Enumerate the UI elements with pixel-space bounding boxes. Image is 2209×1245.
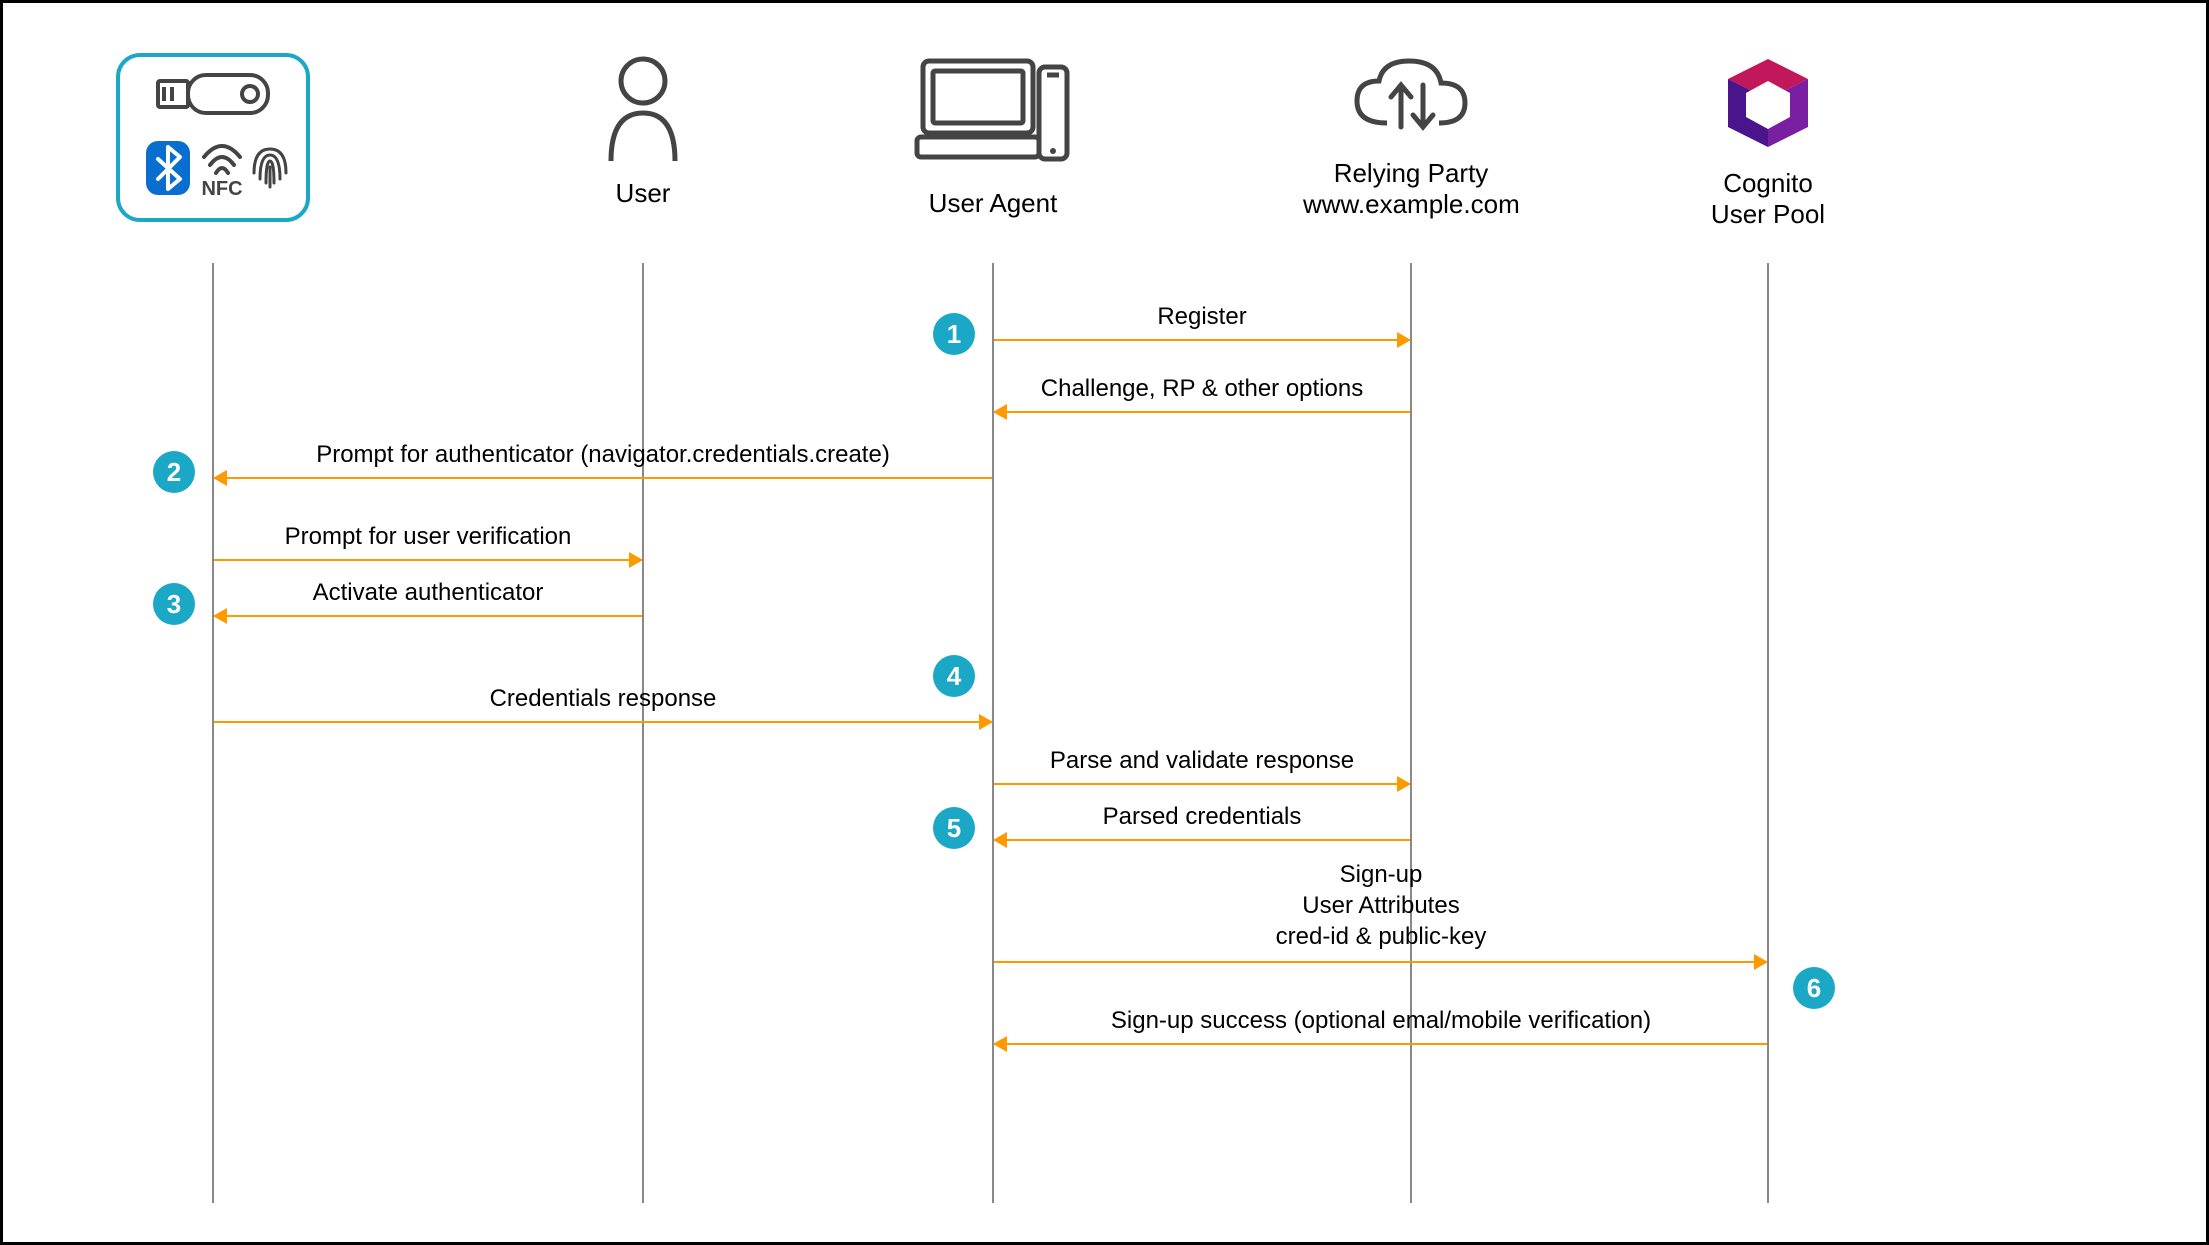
- msg-signup-success: Sign-up success (optional emal/mobile ve…: [993, 1007, 1769, 1035]
- lifeline-rp: [1410, 263, 1412, 1203]
- actor-useragent-label: User Agent: [883, 188, 1103, 219]
- arrow-parse-validate: [994, 783, 1410, 785]
- msg-activate: Activate authenticator: [213, 579, 643, 607]
- arrow-prompt-verify: [214, 559, 642, 561]
- actor-rp-label-1: Relying Party: [1303, 158, 1519, 189]
- actor-rp-label-2: www.example.com: [1303, 189, 1519, 220]
- actor-authenticator: NFC: [113, 53, 313, 222]
- devices-icon: [913, 53, 1073, 173]
- msg-parse-validate: Parse and validate response: [993, 747, 1411, 775]
- cognito-service-icon: [1718, 53, 1818, 153]
- arrow-challenge: [994, 411, 1410, 413]
- arrow-parsed-cred: [994, 839, 1410, 841]
- lifeline-authenticator: [212, 263, 214, 1203]
- actor-user-label: User: [563, 178, 723, 209]
- msg-register: Register: [993, 303, 1411, 331]
- actor-cognito-label-1: Cognito: [1663, 168, 1873, 199]
- arrow-register: [994, 339, 1410, 341]
- msg-signup: Sign-up User Attributes cred-id & public…: [993, 859, 1769, 953]
- msg-parsed-cred: Parsed credentials: [993, 803, 1411, 831]
- arrow-signup: [994, 961, 1767, 963]
- step-badge-5: 5: [933, 807, 975, 849]
- step-badge-1: 1: [933, 313, 975, 355]
- msg-cred-response: Credentials response: [213, 685, 993, 713]
- arrow-cred-response: [214, 721, 992, 723]
- msg-prompt-verify: Prompt for user verification: [213, 523, 643, 551]
- step-badge-6: 6: [1793, 967, 1835, 1009]
- step-badge-3: 3: [153, 583, 195, 625]
- msg-prompt-create: Prompt for authenticator (navigator.cred…: [213, 441, 993, 469]
- actor-relying-party: Relying Party www.example.com: [1303, 53, 1519, 220]
- arrow-prompt-create: [214, 477, 992, 479]
- arrow-signup-success: [994, 1043, 1767, 1045]
- lifeline-user: [642, 263, 644, 1203]
- actor-cognito: Cognito User Pool: [1663, 53, 1873, 230]
- lifeline-cognito: [1767, 263, 1769, 1203]
- svg-text:NFC: NFC: [201, 178, 242, 199]
- actor-useragent: User Agent: [883, 53, 1103, 219]
- sequence-diagram: NFC User: [0, 0, 2209, 1245]
- cloud-transfer-icon: [1351, 53, 1471, 143]
- user-icon: [603, 53, 683, 163]
- arrow-activate: [214, 615, 642, 617]
- authenticator-devices-icon: NFC: [116, 53, 310, 222]
- msg-challenge: Challenge, RP & other options: [993, 375, 1411, 403]
- actor-user: User: [563, 53, 723, 209]
- step-badge-2: 2: [153, 451, 195, 493]
- actor-cognito-label-2: User Pool: [1663, 199, 1873, 230]
